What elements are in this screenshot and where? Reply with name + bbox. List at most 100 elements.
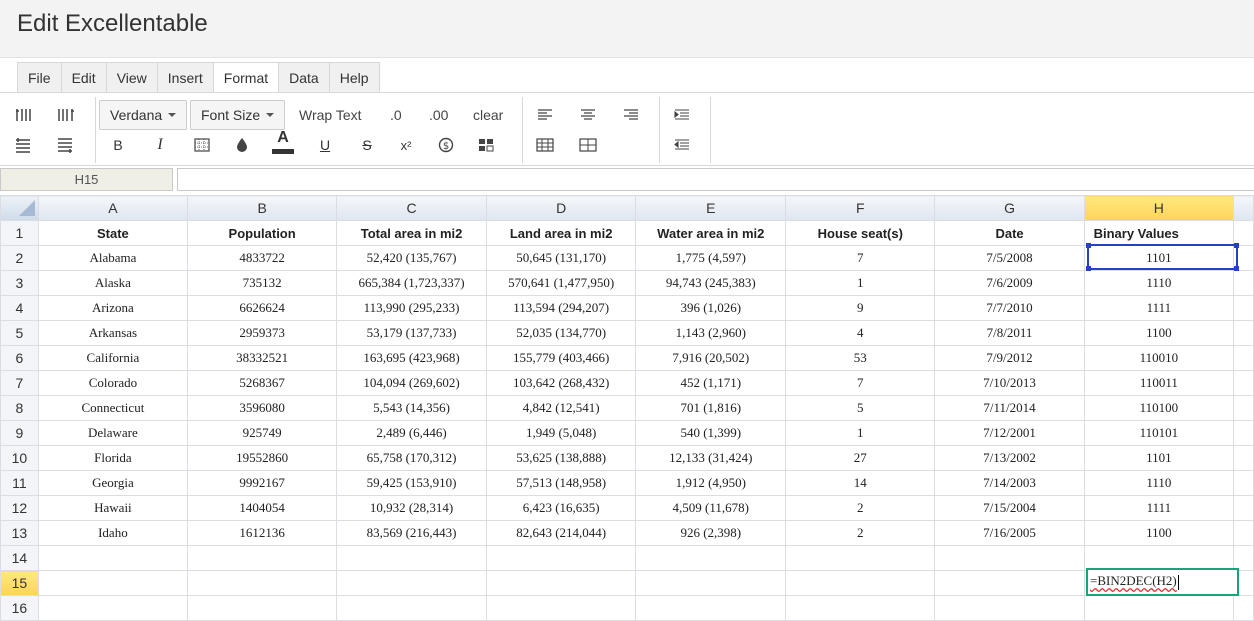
cell-e6[interactable]: 7,916 (20,502) [635, 345, 787, 371]
cell-c7[interactable]: 104,094 (269,602) [336, 370, 487, 396]
cell-a2[interactable]: Alabama [37, 245, 189, 271]
cell-h10[interactable]: 1101 [1083, 445, 1235, 471]
row-header[interactable]: 6 [0, 345, 39, 371]
fill-color-icon[interactable] [228, 133, 256, 157]
cell-b9[interactable]: 925749 [186, 420, 338, 446]
insert-row-above-icon[interactable] [10, 133, 38, 157]
cell-b13[interactable]: 1612136 [186, 520, 338, 546]
merge-cells-icon[interactable] [472, 133, 500, 157]
text-color-button[interactable]: A [269, 127, 297, 157]
select-all-corner[interactable] [0, 195, 39, 221]
cell-f3[interactable]: 1 [785, 270, 936, 296]
cell-b5[interactable]: 2959373 [186, 320, 338, 346]
cell-a8[interactable]: Connecticut [37, 395, 189, 421]
cell-d2[interactable]: 50,645 (131,170) [485, 245, 637, 271]
column-header-h[interactable]: H [1083, 195, 1235, 221]
cell-g3[interactable]: 7/6/2009 [934, 270, 1085, 296]
column-header-b[interactable]: B [186, 195, 338, 221]
cell-e12[interactable]: 4,509 (11,678) [635, 495, 787, 521]
italic-button[interactable]: I [146, 133, 174, 157]
cell-h8[interactable]: 110100 [1083, 395, 1235, 421]
table-grid-icon[interactable] [531, 133, 559, 157]
superscript-button[interactable]: x² [392, 133, 420, 157]
indent-decrease-icon[interactable] [668, 133, 696, 157]
cell-f4[interactable]: 9 [785, 295, 936, 321]
column-header-g[interactable]: G [934, 195, 1085, 221]
cell-b12[interactable]: 1404054 [186, 495, 338, 521]
cell-g11[interactable]: 7/14/2003 [934, 470, 1085, 496]
cell-d11[interactable]: 57,513 (148,958) [485, 470, 637, 496]
cell-a3[interactable]: Alaska [37, 270, 189, 296]
cell-h16[interactable] [1083, 595, 1235, 621]
cell-e10[interactable]: 12,133 (31,424) [635, 445, 787, 471]
font-family-dropdown[interactable]: Verdana [99, 100, 188, 130]
menu-insert[interactable]: Insert [158, 63, 214, 93]
cell-g14[interactable] [934, 545, 1085, 571]
cell-f14[interactable] [785, 545, 936, 571]
cell-h7[interactable]: 110011 [1083, 370, 1235, 396]
bold-button[interactable]: B [104, 133, 132, 157]
cell-c1[interactable]: Total area in mi2 [336, 220, 487, 246]
cell-a7[interactable]: Colorado [37, 370, 189, 396]
column-header-a[interactable]: A [37, 195, 189, 221]
cell-b2[interactable]: 4833722 [186, 245, 338, 271]
cell-c3[interactable]: 665,384 (1,723,337) [336, 270, 487, 296]
cell-c4[interactable]: 113,990 (295,233) [336, 295, 487, 321]
menu-view[interactable]: View [107, 63, 158, 93]
cell-h5[interactable]: 1100 [1083, 320, 1235, 346]
cell-c10[interactable]: 65,758 (170,312) [336, 445, 487, 471]
align-right-icon[interactable] [617, 103, 645, 127]
cell-g10[interactable]: 7/13/2002 [934, 445, 1085, 471]
row-header[interactable]: 5 [0, 320, 39, 346]
cell-g4[interactable]: 7/7/2010 [934, 295, 1085, 321]
row-header[interactable]: 16 [0, 595, 39, 621]
row-header[interactable]: 15 [0, 570, 39, 596]
cell-h6[interactable]: 110010 [1083, 345, 1235, 371]
cell-a5[interactable]: Arkansas [37, 320, 189, 346]
cell-b3[interactable]: 735132 [186, 270, 338, 296]
borders-icon[interactable] [188, 133, 216, 157]
cell-d7[interactable]: 103,642 (268,432) [485, 370, 637, 396]
insert-column-right-icon[interactable] [52, 103, 80, 127]
cell-d15[interactable] [485, 570, 637, 596]
cell-d1[interactable]: Land area in mi2 [485, 220, 637, 246]
cell-f9[interactable]: 1 [785, 420, 936, 446]
clear-button[interactable]: clear [469, 101, 507, 129]
cell-f11[interactable]: 14 [785, 470, 936, 496]
row-header[interactable]: 11 [0, 470, 39, 496]
cell-a4[interactable]: Arizona [37, 295, 189, 321]
cell-b16[interactable] [186, 595, 338, 621]
cell-a16[interactable] [37, 595, 189, 621]
row-header[interactable]: 2 [0, 245, 39, 271]
cell-g12[interactable]: 7/15/2004 [934, 495, 1085, 521]
row-header[interactable]: 3 [0, 270, 39, 296]
column-header-f[interactable]: F [785, 195, 936, 221]
cell-g7[interactable]: 7/10/2013 [934, 370, 1085, 396]
cell-e16[interactable] [635, 595, 787, 621]
cell-a1[interactable]: State [37, 220, 189, 246]
cell-g8[interactable]: 7/11/2014 [934, 395, 1085, 421]
cell-a9[interactable]: Delaware [37, 420, 189, 446]
cell-c8[interactable]: 5,543 (14,356) [336, 395, 487, 421]
insert-column-left-icon[interactable] [10, 103, 38, 127]
cell-g5[interactable]: 7/8/2011 [934, 320, 1085, 346]
cell-c2[interactable]: 52,420 (135,767) [336, 245, 487, 271]
cell-h9[interactable]: 110101 [1083, 420, 1235, 446]
decrease-decimal-button[interactable]: .0 [386, 101, 406, 129]
cell-g6[interactable]: 7/9/2012 [934, 345, 1085, 371]
cell-e8[interactable]: 701 (1,816) [635, 395, 787, 421]
cell-b11[interactable]: 9992167 [186, 470, 338, 496]
cell-b15[interactable] [186, 570, 338, 596]
cell-d8[interactable]: 4,842 (12,541) [485, 395, 637, 421]
indent-increase-icon[interactable] [668, 103, 696, 127]
cell-c14[interactable] [336, 545, 487, 571]
increase-decimal-button[interactable]: .00 [425, 101, 452, 129]
cell-a14[interactable] [37, 545, 189, 571]
underline-button[interactable]: U [311, 133, 339, 157]
cell-e11[interactable]: 1,912 (4,950) [635, 470, 787, 496]
column-header-d[interactable]: D [485, 195, 637, 221]
cell-a13[interactable]: Idaho [37, 520, 189, 546]
cell-b4[interactable]: 6626624 [186, 295, 338, 321]
wrap-text-button[interactable]: Wrap Text [295, 101, 366, 129]
cell-g13[interactable]: 7/16/2005 [934, 520, 1085, 546]
